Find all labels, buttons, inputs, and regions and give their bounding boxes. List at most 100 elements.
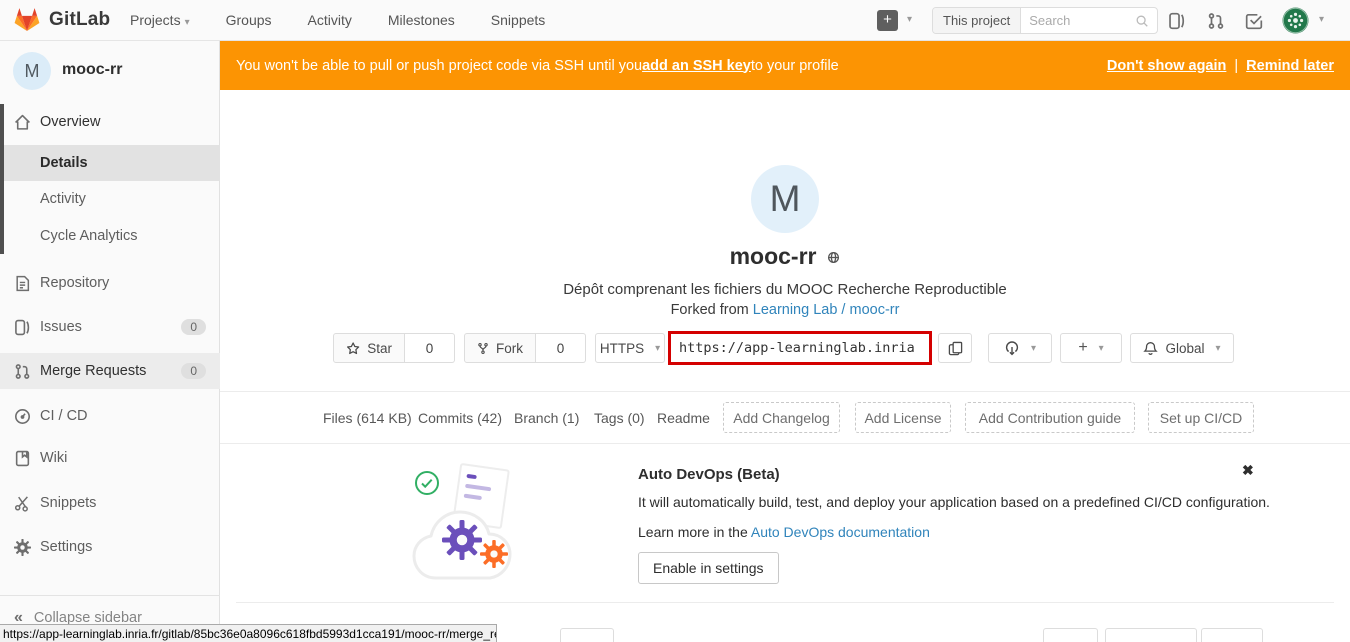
new-menu-button[interactable]: + — [877, 10, 898, 31]
clone-url-input[interactable]: https://app-learninglab.inria — [671, 340, 923, 356]
auto-devops-title: Auto DevOps (Beta) — [638, 466, 780, 483]
notification-dropdown[interactable]: Global ▾ — [1130, 333, 1234, 363]
star-count[interactable]: 0 — [405, 333, 455, 363]
banner-text-before: You won't be able to pull or push projec… — [236, 58, 642, 74]
auto-devops-description: It will automatically build, test, and d… — [638, 494, 1270, 510]
chevron-down-icon: ▾ — [1319, 14, 1324, 25]
gitlab-logo[interactable]: GitLab — [14, 7, 110, 32]
add-contribution-guide-button[interactable]: Add Contribution guide — [965, 402, 1135, 433]
user-avatar[interactable] — [1282, 7, 1309, 34]
project-description: Dépôt comprenant les fichiers du MOOC Re… — [220, 281, 1350, 298]
divider — [220, 391, 1350, 392]
readme-link[interactable]: Readme — [657, 410, 710, 426]
merge-requests-count-badge: 0 — [181, 363, 206, 379]
project-sidebar: M mooc-rr Overview Details Activity Cycl… — [0, 41, 220, 642]
add-changelog-button[interactable]: Add Changelog — [723, 402, 840, 433]
sidebar-project-header[interactable]: M mooc-rr — [0, 41, 220, 101]
banner-text-after: to your profile — [751, 58, 839, 74]
add-new-dropdown[interactable]: + ▾ — [1060, 333, 1122, 363]
dont-show-again-link[interactable]: Don't show again — [1107, 58, 1226, 74]
commits-link[interactable]: Commits (42) — [418, 410, 502, 426]
stub-button[interactable] — [1201, 628, 1263, 642]
sidebar-item-snippets[interactable]: Snippets — [0, 485, 220, 521]
nav-groups[interactable]: Groups — [226, 12, 272, 28]
sidebar-item-activity[interactable]: Activity — [0, 181, 220, 217]
gear-icon — [14, 539, 31, 556]
gauge-icon — [14, 408, 31, 425]
chevron-down-icon: ▾ — [185, 17, 190, 28]
fork-button[interactable]: Fork — [464, 333, 536, 363]
chevron-down-icon: ▾ — [1031, 343, 1036, 354]
sidebar-item-overview[interactable]: Overview — [0, 104, 220, 140]
project-title: mooc-rr — [730, 243, 817, 269]
plus-icon: + — [1078, 339, 1087, 357]
branch-link[interactable]: Branch (1) — [514, 410, 579, 426]
nav-activity[interactable]: Activity — [308, 12, 352, 28]
merge-request-icon[interactable] — [1207, 12, 1225, 30]
issues-icon — [14, 319, 31, 336]
nav-projects[interactable]: Projects▾ — [130, 12, 190, 28]
banner-separator: | — [1234, 58, 1238, 74]
auto-devops-illustration — [408, 458, 548, 588]
sidebar-item-details[interactable]: Details — [4, 145, 220, 181]
fork-count[interactable]: 0 — [536, 333, 586, 363]
auto-devops-learn-more: Learn more in the Auto DevOps documentat… — [638, 524, 930, 540]
protocol-dropdown[interactable]: HTTPS ▾ — [595, 333, 665, 363]
auto-devops-doc-link[interactable]: Auto DevOps documentation — [751, 524, 930, 540]
star-icon — [346, 341, 360, 356]
sidebar-item-issues[interactable]: Issues 0 — [0, 309, 220, 345]
stub-button[interactable] — [1043, 628, 1098, 642]
add-license-button[interactable]: Add License — [855, 402, 951, 433]
divider — [220, 443, 1350, 444]
project-avatar: M — [751, 165, 819, 233]
copy-url-button[interactable] — [938, 333, 972, 363]
download-icon — [1004, 340, 1020, 356]
tags-link[interactable]: Tags (0) — [594, 410, 645, 426]
merge-request-icon — [14, 363, 31, 380]
branch-selector-stub-button[interactable] — [560, 628, 614, 642]
project-main: M mooc-rr Dépôt comprenant les fichiers … — [220, 90, 1350, 642]
sidebar-project-avatar: M — [13, 52, 51, 90]
top-nav-links: Projects▾ Groups Activity Milestones Sni… — [130, 0, 545, 40]
ssh-warning-banner: You won't be able to pull or push projec… — [220, 41, 1350, 90]
home-icon — [14, 114, 31, 131]
remind-later-link[interactable]: Remind later — [1246, 58, 1334, 74]
chevron-down-icon: ▾ — [1099, 343, 1104, 354]
issues-count-badge: 0 — [181, 319, 206, 335]
sidebar-item-repository[interactable]: Repository — [0, 265, 220, 301]
files-link[interactable]: Files (614 KB) — [323, 410, 412, 426]
top-navbar: GitLab Projects▾ Groups Activity Milesto… — [0, 0, 1350, 41]
add-ssh-key-link[interactable]: add an SSH key — [642, 58, 751, 74]
sidebar-item-ci-cd[interactable]: CI / CD — [0, 398, 220, 434]
sidebar-item-settings[interactable]: Settings — [0, 529, 220, 565]
chevron-down-icon: ▾ — [907, 14, 912, 25]
purple-gear-icon — [442, 520, 482, 560]
sidebar-divider — [0, 595, 220, 596]
clipboard-icon — [948, 341, 963, 356]
orange-gear-icon — [480, 540, 508, 568]
search-box: This project — [932, 7, 1158, 34]
sidebar-item-cycle-analytics[interactable]: Cycle Analytics — [0, 218, 220, 254]
browser-status-bar: https://app-learninglab.inria.fr/gitlab/… — [0, 624, 497, 642]
document-icon — [14, 275, 31, 292]
nav-milestones[interactable]: Milestones — [388, 12, 455, 28]
search-input[interactable] — [1021, 13, 1135, 28]
forked-from-link[interactable]: Learning Lab / mooc-rr — [753, 302, 900, 318]
close-icon[interactable]: ✖ — [1242, 462, 1254, 479]
star-button[interactable]: Star — [333, 333, 405, 363]
search-scope-badge: This project — [933, 8, 1021, 33]
fork-icon — [477, 341, 489, 356]
setup-cicd-button[interactable]: Set up CI/CD — [1148, 402, 1254, 433]
chevron-down-icon: ▾ — [1216, 343, 1221, 354]
download-dropdown[interactable]: ▾ — [988, 333, 1052, 363]
sidebar-item-wiki[interactable]: Wiki — [0, 440, 220, 476]
todos-icon[interactable] — [1245, 12, 1263, 30]
issues-icon[interactable] — [1168, 12, 1186, 30]
divider — [236, 602, 1334, 603]
sidebar-item-merge-requests[interactable]: Merge Requests 0 — [0, 353, 220, 389]
nav-snippets[interactable]: Snippets — [491, 12, 545, 28]
project-actions-row: Star 0 Fork 0 HTTPS ▾ https://app-learni… — [220, 333, 1350, 363]
enable-in-settings-button[interactable]: Enable in settings — [638, 552, 779, 584]
stub-button[interactable] — [1105, 628, 1197, 642]
book-icon — [14, 450, 31, 467]
